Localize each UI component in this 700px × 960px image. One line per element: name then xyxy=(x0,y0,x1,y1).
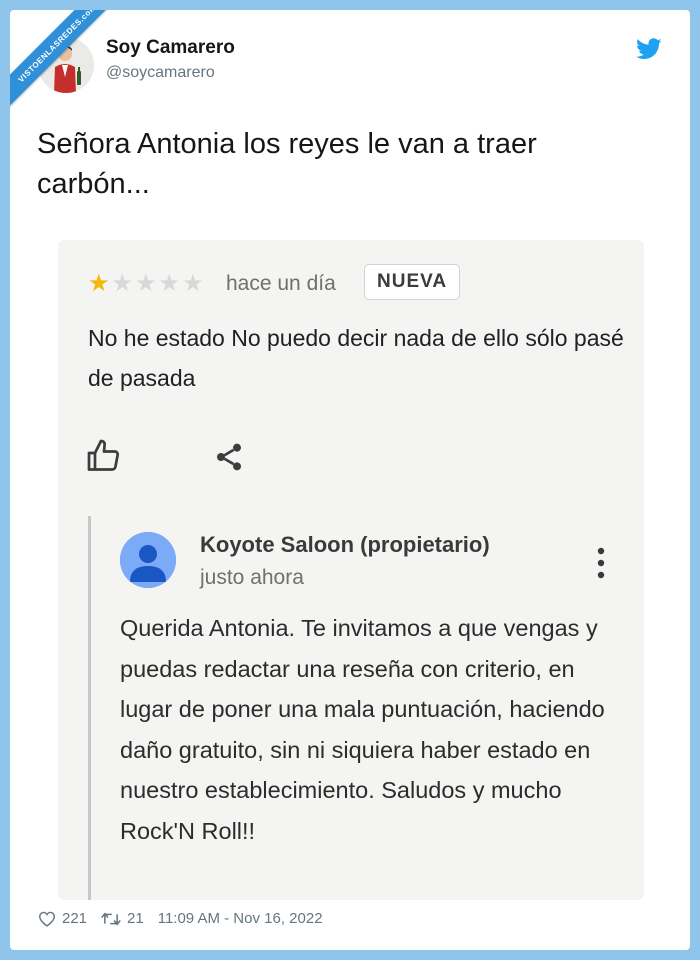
star-icon: ★ xyxy=(135,270,157,297)
like-count: 221 xyxy=(62,910,88,927)
tweet-meta: 221 21 11:09 AM - Nov 16, 2022 xyxy=(38,910,323,927)
user-name[interactable]: Soy Camarero xyxy=(106,37,235,59)
review-text: No he estado No puedo decir nada de ello… xyxy=(88,325,624,391)
thumbs-up-icon[interactable] xyxy=(86,438,122,474)
owner-avatar xyxy=(120,532,176,588)
reply-divider xyxy=(88,516,91,900)
user-handle[interactable]: @soycamarero xyxy=(106,64,215,82)
review-screenshot: ★ ★ ★ ★ ★ hace un día NUEVA No he estado… xyxy=(58,240,644,900)
retweet-icon[interactable] xyxy=(101,911,121,927)
tweet-text: Señora Antonia los reyes le van a traer … xyxy=(37,128,537,200)
star-icon: ★ xyxy=(182,270,204,297)
tweet-timestamp[interactable]: 11:09 AM - Nov 16, 2022 xyxy=(158,910,323,927)
star-rating: ★ ★ ★ ★ ★ xyxy=(88,272,204,296)
tweet-card: VISTOENLASREDES.com Soy Camarero @soycam… xyxy=(10,10,690,950)
kebab-menu-icon[interactable] xyxy=(594,546,608,580)
star-icon: ★ xyxy=(158,270,181,297)
retweet-count: 21 xyxy=(127,910,144,927)
heart-icon[interactable] xyxy=(38,911,56,927)
star-icon: ★ xyxy=(88,270,110,297)
new-badge: NUEVA xyxy=(364,264,461,300)
owner-reply-text: Querida Antonia. Te invitamos a que veng… xyxy=(120,615,605,844)
share-icon[interactable] xyxy=(213,440,245,474)
owner-name: Koyote Saloon (propietario) xyxy=(200,532,490,557)
owner-time: justo ahora xyxy=(200,566,304,589)
twitter-bird-icon[interactable] xyxy=(636,38,662,60)
review-time: hace un día xyxy=(226,272,336,295)
star-icon: ★ xyxy=(111,270,134,297)
